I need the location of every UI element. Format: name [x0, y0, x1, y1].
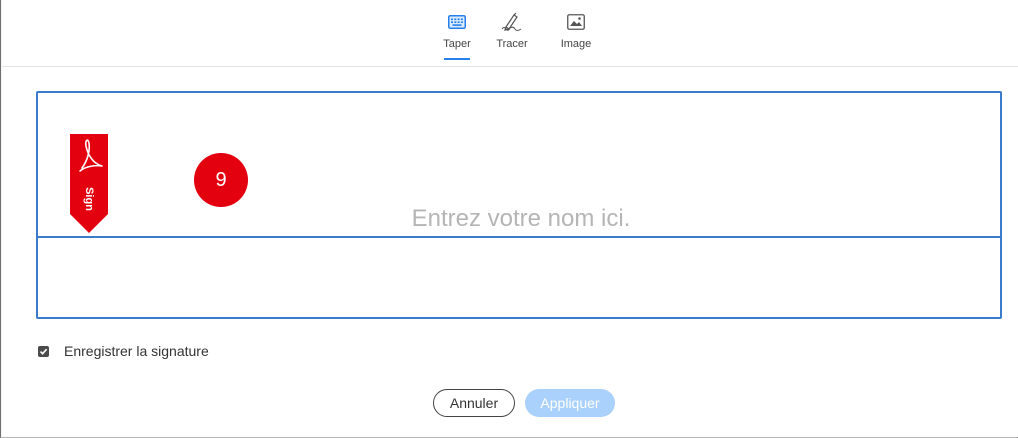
- tab-image[interactable]: Image: [544, 10, 608, 66]
- mode-tabs: Taper Tracer Image: [434, 10, 608, 66]
- signature-box[interactable]: Sign 9: [36, 91, 1004, 319]
- tab-taper[interactable]: Taper: [434, 10, 480, 66]
- dialog-body: Sign 9 Enregistrer la signature Annuler …: [2, 67, 1018, 437]
- step-number-badge: 9: [194, 153, 248, 207]
- checkmark-icon: [39, 348, 48, 355]
- save-signature-label: Enregistrer la signature: [64, 343, 209, 359]
- tab-tracer[interactable]: Tracer: [480, 10, 544, 66]
- tab-label: Taper: [443, 38, 471, 50]
- signature-dialog: Taper Tracer Image Sign 9 Entrez votre n…: [0, 0, 1018, 438]
- signature-name-input[interactable]: [38, 201, 1004, 237]
- image-icon: [563, 10, 589, 34]
- step-number: 9: [215, 168, 227, 191]
- save-signature-checkbox[interactable]: [38, 345, 49, 357]
- tab-label: Tracer: [496, 38, 528, 50]
- keyboard-icon: [444, 10, 470, 34]
- apply-button[interactable]: Appliquer: [525, 389, 615, 417]
- signature-baseline: [38, 236, 1000, 238]
- pen-draw-icon: [499, 10, 525, 34]
- cancel-button[interactable]: Annuler: [433, 389, 515, 417]
- save-signature-row[interactable]: Enregistrer la signature: [38, 343, 209, 359]
- signature-mode-tabbar: Taper Tracer Image: [2, 0, 1018, 67]
- tab-label: Image: [560, 38, 592, 50]
